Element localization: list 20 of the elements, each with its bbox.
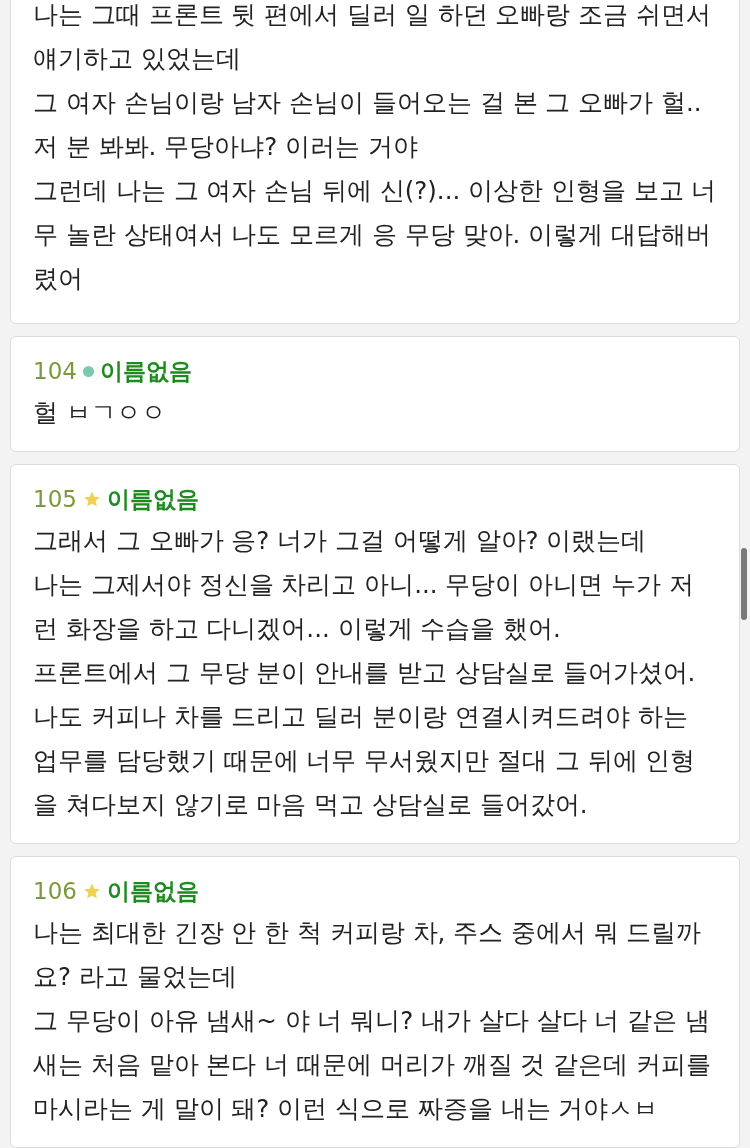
post-text: 그런데 나는 그 여자 손님 뒤에 신(?)... 이상한 인형을 보고 너무 놀란 상태여서 나도 모르게 응 무당 맞아. 이렇게 대답해버렸어 bbox=[33, 175, 717, 295]
post-text: 그 무당이 아유 냄새~ 야 너 뭐니? 내가 살다 살다 너 같은 냄새는 처음 맡아 본다 너 때문에 머리가 깨질 것 같은데 커피를 마시라는 게 말이 돼? 이런 식으로 짜증을 내는 거야ㅅㅂ bbox=[33, 1005, 712, 1125]
post-text: 프론트에서 그 무당 분이 안내를 받고 상담실로 들어가셨어. bbox=[33, 657, 697, 689]
post-text: 나는 그때 프론트 뒷 편에서 딜러 일 하던 오빠랑 조금 쉬면서 얘기하고 있었는데 bbox=[33, 0, 712, 75]
author-name: 이름없음 bbox=[106, 484, 199, 514]
author-name: 이름없음 bbox=[99, 356, 192, 386]
post-text: 그 여자 손님이랑 남자 손님이 들어오는 걸 본 그 오빠가 헐.. 저 분 봐봐. 무당아냐? 이러는 거야 bbox=[33, 87, 703, 163]
star-icon bbox=[82, 882, 101, 900]
post-number: 105 bbox=[33, 486, 77, 512]
post-text: 나도 커피나 차를 드리고 딜러 분이랑 연결시켜드려야 하는 업무를 담당했기 때문에 너무 무서웠지만 절대 그 뒤에 인형을 쳐다보지 않기로 마음 먹고 상담실로 들어갔어. bbox=[33, 701, 697, 821]
post-number: 104 bbox=[33, 358, 77, 384]
dot-icon bbox=[82, 365, 94, 377]
star-icon bbox=[82, 490, 101, 508]
post-text: 나는 최대한 긴장 안 한 척 커피랑 차, 주스 중에서 뭐 드릴까요? 라고 물었는데 bbox=[33, 917, 703, 993]
post-text: 그래서 그 오빠가 응? 너가 그걸 어떻게 알아? 이랬는데 bbox=[33, 525, 648, 557]
post-text: 나는 그제서야 정신을 차리고 아니... 무당이 아니면 누가 저런 화장을 하고 다니겠어... 이렇게 수습을 했어. bbox=[33, 569, 695, 645]
scrollbar-thumb[interactable] bbox=[741, 548, 747, 620]
post-number: 106 bbox=[33, 878, 77, 904]
post-text: 헐 ㅂㄱㅇㅇ bbox=[33, 397, 167, 429]
author-name: 이름없음 bbox=[106, 876, 199, 906]
